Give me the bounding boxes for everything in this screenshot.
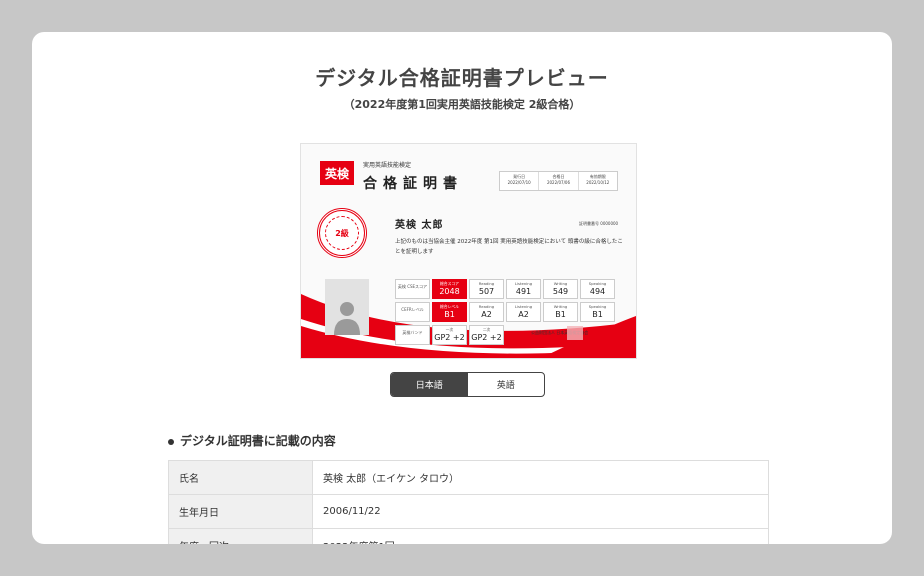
- bullet-icon: [168, 438, 174, 445]
- band-second-cell: 二次 GP2 +2: [469, 325, 504, 345]
- eiken-logo: 英検: [320, 161, 354, 185]
- certificate-title: 合格証明書: [363, 176, 463, 192]
- date-issued: 発行日 2022/07/10: [500, 172, 540, 190]
- date-expiry: 有効期限 2022/10/12: [586, 174, 610, 185]
- certificate-subtitle: 実用英語技能検定: [363, 162, 412, 169]
- band-first-cell: 一次 GP2 +2: [432, 325, 467, 345]
- certificate-number: 証明書番号 0000000: [579, 221, 619, 226]
- cefr-level-row: CEFRレベル 総合レベル B1 Reading A2 Listening A2 Wr…: [395, 302, 617, 322]
- cse-speaking-cell: Speaking 494: [580, 279, 615, 299]
- page-subtitle: （2022年度第1回実用英語技能検定 2級合格）: [343, 98, 581, 111]
- cefr-reading-cell: Reading A2: [469, 302, 504, 322]
- table-key: 年度・回次: [168, 528, 313, 544]
- cefr-row-label: CEFRレベル: [395, 302, 430, 322]
- issuer-stamp-icon: [567, 326, 583, 340]
- table-key: 氏名: [168, 460, 313, 495]
- app-window: デジタル合格証明書プレビュー （2022年度第1回実用英語技能検定 2級合格） …: [32, 32, 892, 544]
- certificate-dates: 発行日 2022/07/10 合格日 2022/07/06 有効期限 2022/10/…: [499, 171, 618, 191]
- band-row-label: 英検バンド: [395, 325, 430, 345]
- grade-seal: 2級: [317, 208, 367, 258]
- grade-seal-label: 2級: [325, 216, 359, 250]
- cse-reading-cell: Reading 507: [469, 279, 504, 299]
- cse-total-cell: 総合スコア 2048: [432, 279, 467, 299]
- holder-name: 英検 太郎: [395, 220, 444, 231]
- section-heading: デジタル証明書に記載の内容: [168, 432, 336, 449]
- cse-score-row: 英検 CSEスコア 総合スコア 2048 Reading 507 Listening…: [395, 279, 617, 299]
- language-english-button[interactable]: 英語: [468, 373, 545, 396]
- table-value: 2006/11/22: [312, 494, 769, 529]
- cefr-writing-cell: Writing B1: [543, 302, 578, 322]
- table-row: 年度・回次 2022年度第1回: [168, 528, 769, 544]
- cefr-total-cell: 総合レベル B1: [432, 302, 467, 322]
- language-toggle[interactable]: 日本語 英語: [390, 372, 545, 397]
- cse-writing-cell: Writing 549: [543, 279, 578, 299]
- table-value: 英検 太郎（エイケン タロウ）: [312, 460, 769, 495]
- table-row: 生年月日 2006/11/22: [168, 494, 769, 529]
- certificate-preview: 英検 実用英語技能検定 合格証明書 発行日 2022/07/10 合格日 2022/…: [300, 143, 637, 359]
- language-japanese-button[interactable]: 日本語: [391, 373, 468, 396]
- cse-listening-cell: Listening 491: [506, 279, 541, 299]
- page-title: デジタル合格証明書プレビュー: [315, 66, 609, 90]
- cefr-speaking-cell: Speaking B1: [580, 302, 615, 322]
- section-heading-text: デジタル証明書に記載の内容: [180, 434, 336, 448]
- cefr-listening-cell: Listening A2: [506, 302, 541, 322]
- table-value: 2022年度第1回: [312, 528, 769, 544]
- band-row: 英検バンド 一次 GP2 +2 二次 GP2 +2: [395, 325, 506, 345]
- cse-row-label: 英検 CSEスコア: [395, 279, 430, 299]
- date-passed: 合格日 2022/07/06: [539, 172, 579, 190]
- certificate-info-table: 氏名 英検 太郎（エイケン タロウ） 生年月日 2006/11/22 年度・回次…: [168, 460, 769, 544]
- table-row: 氏名 英検 太郎（エイケン タロウ）: [168, 460, 769, 495]
- table-key: 生年月日: [168, 494, 313, 529]
- user-avatar-icon: [325, 279, 369, 335]
- certificate-statement: 上記のものは当協会主催 2022年度 第1回 実用英語技能検定において 頭書の級…: [395, 239, 623, 255]
